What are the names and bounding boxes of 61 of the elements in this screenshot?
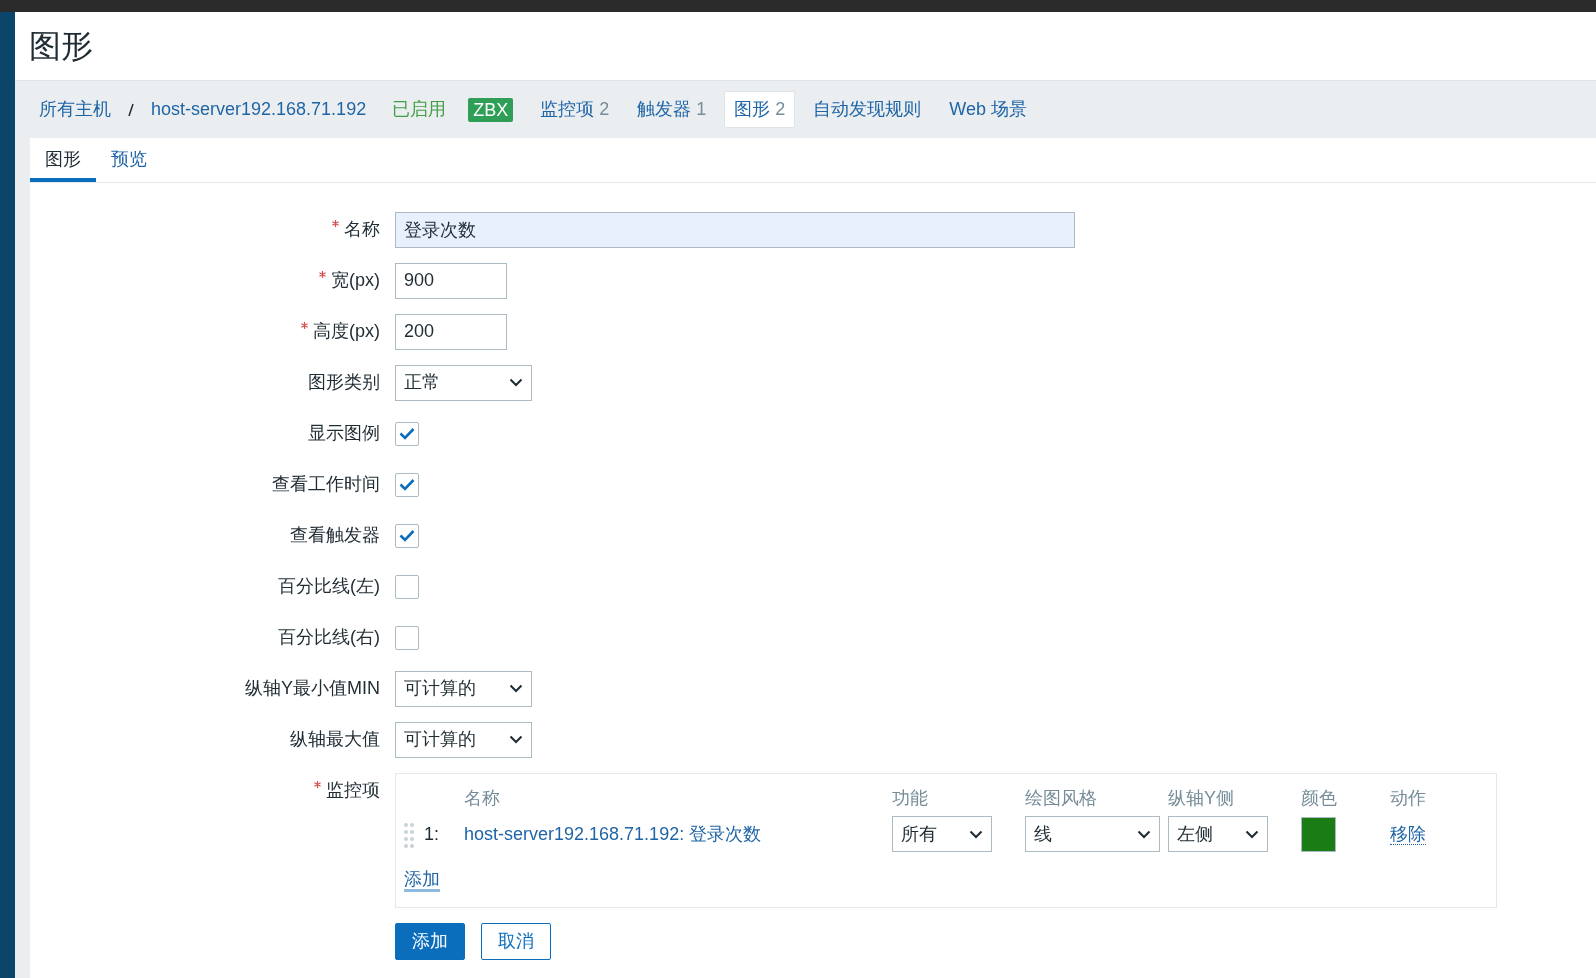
field-label: 高度(px) bbox=[313, 321, 380, 341]
checkbox[interactable] bbox=[395, 421, 419, 446]
breadcrumb-link[interactable]: host-server192.168.71.192 bbox=[151, 96, 367, 123]
page-title: 图形 bbox=[29, 27, 94, 66]
field-label: 查看工作时间 bbox=[272, 474, 380, 494]
field-label: 宽(px) bbox=[331, 270, 380, 290]
select-field[interactable]: 可计算的 bbox=[395, 670, 532, 707]
remove-link[interactable]: 移除 bbox=[1390, 823, 1426, 845]
host-status: 已启用 bbox=[392, 98, 447, 121]
cancel-button[interactable]: 取消 bbox=[481, 923, 551, 960]
item-link[interactable]: host-server192.168.71.192: 登录次数 bbox=[464, 823, 762, 844]
column-header: 纵轴Y侧 bbox=[1168, 786, 1234, 810]
host-tab[interactable]: Web 场景 bbox=[939, 91, 1037, 128]
field-label: 图形类别 bbox=[308, 372, 380, 392]
select-field[interactable]: 可计算的 bbox=[395, 721, 532, 758]
field-label: 名称 bbox=[344, 219, 380, 239]
field-label: 纵轴Y最小值MIN bbox=[245, 678, 380, 698]
column-header: 绘图风格 bbox=[1025, 786, 1097, 810]
agent-badge: ZBX bbox=[468, 97, 514, 122]
column-header: 颜色 bbox=[1301, 786, 1337, 810]
field-label: 纵轴最大值 bbox=[290, 729, 380, 749]
color-swatch[interactable] bbox=[1301, 816, 1336, 852]
text-field[interactable]: 900 bbox=[395, 262, 507, 299]
host-tab[interactable]: 图形 2 bbox=[724, 91, 796, 128]
tab[interactable]: 图形 bbox=[30, 138, 96, 182]
text-field[interactable]: 登录次数 bbox=[395, 211, 1075, 248]
host-tab[interactable]: 触发器 1 bbox=[627, 91, 717, 128]
caret-icon bbox=[509, 378, 523, 387]
select-field[interactable]: 所有 bbox=[892, 816, 992, 852]
caret-icon bbox=[509, 684, 523, 693]
checkbox[interactable] bbox=[395, 472, 419, 497]
add-link[interactable]: 添加 bbox=[404, 869, 440, 892]
check-icon bbox=[399, 529, 415, 542]
field-label: 监控项 bbox=[326, 780, 380, 800]
host-tab[interactable]: 自动发现规则 bbox=[803, 91, 932, 128]
drag-handle-icon[interactable] bbox=[404, 821, 414, 848]
column-header: 动作 bbox=[1390, 786, 1426, 810]
breadcrumb-link[interactable]: 所有主机 bbox=[39, 96, 111, 123]
checkbox[interactable] bbox=[395, 574, 419, 599]
field-label: 查看触发器 bbox=[290, 525, 380, 545]
field-label: 百分比线(右) bbox=[278, 627, 380, 647]
caret-icon bbox=[1245, 829, 1259, 839]
check-icon bbox=[399, 478, 415, 491]
column-header: 功能 bbox=[892, 786, 928, 810]
checkbox[interactable] bbox=[395, 523, 419, 548]
field-label: 显示图例 bbox=[308, 423, 380, 443]
select-field[interactable]: 线 bbox=[1025, 816, 1160, 852]
field-label: 百分比线(左) bbox=[278, 576, 380, 596]
caret-icon bbox=[969, 829, 983, 839]
add-button[interactable]: 添加 bbox=[395, 923, 465, 960]
tab[interactable]: 预览 bbox=[96, 138, 162, 182]
select-field[interactable]: 正常 bbox=[395, 364, 532, 401]
text-field[interactable]: 200 bbox=[395, 313, 507, 350]
check-icon bbox=[399, 427, 415, 440]
checkbox[interactable] bbox=[395, 625, 419, 650]
row-index: 1: bbox=[424, 823, 439, 844]
host-tab[interactable]: 监控项 2 bbox=[530, 91, 620, 128]
caret-icon bbox=[1137, 829, 1151, 839]
column-header: 名称 bbox=[464, 786, 500, 810]
select-field[interactable]: 左侧 bbox=[1168, 816, 1268, 852]
caret-icon bbox=[509, 735, 523, 744]
